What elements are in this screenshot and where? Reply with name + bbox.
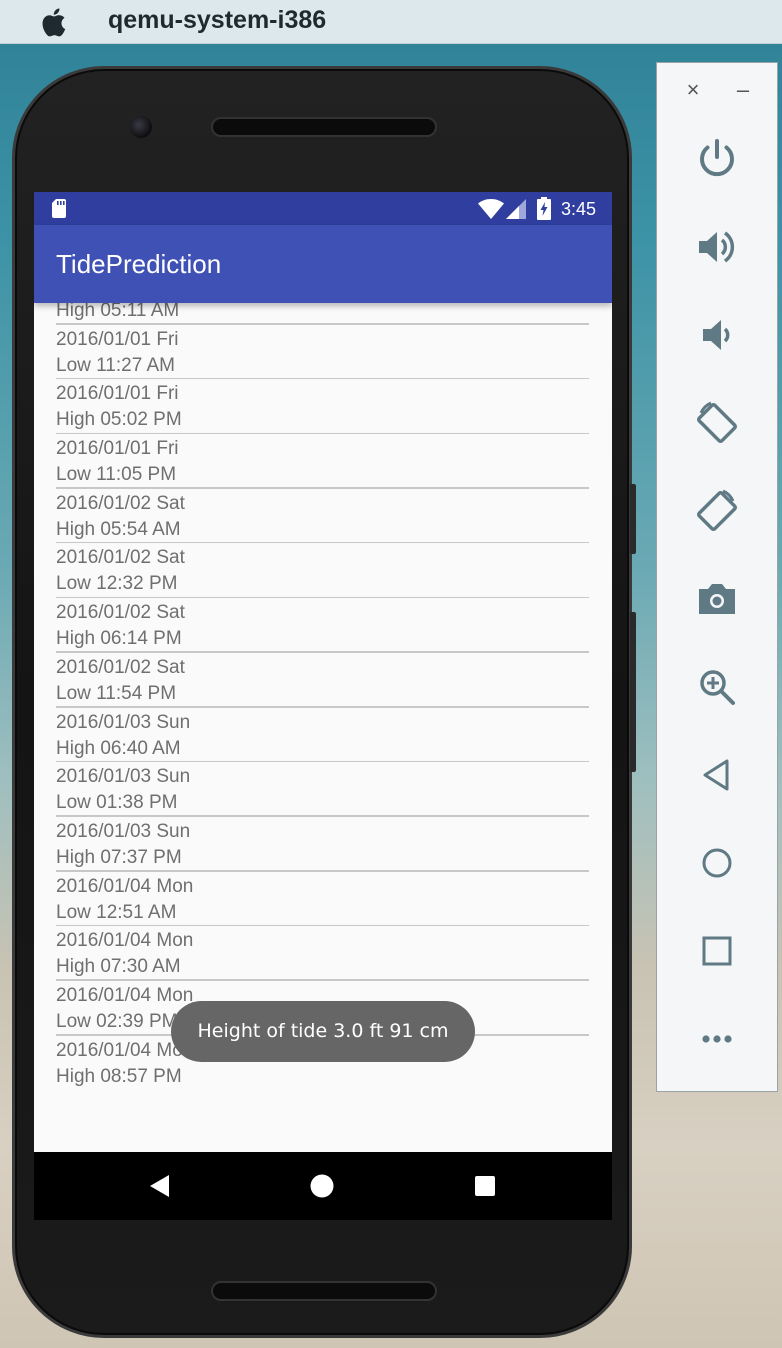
app-title: TidePrediction [56, 249, 222, 279]
volume-down-icon[interactable] [693, 311, 741, 359]
tide-list-content: 2016/01/01 FriHigh 05:11 AM2016/01/01 Fr… [34, 303, 612, 1090]
app-bar: TidePrediction [34, 225, 612, 303]
tide-time: High 07:30 AM [56, 956, 181, 978]
nav-back-icon[interactable] [147, 1173, 173, 1199]
sd-card-icon [52, 199, 66, 218]
power-icon[interactable] [693, 135, 741, 183]
tide-time: Low 11:27 AM [56, 354, 176, 376]
tide-list-item[interactable]: 2016/01/02 Sat High 06:14 PM [34, 598, 612, 653]
bottom-speaker [211, 1281, 437, 1301]
nav-recents-icon[interactable] [472, 1173, 498, 1199]
tide-list-item[interactable]: 2016/01/03 Sun Low 01:38 PM [34, 762, 612, 817]
tide-date: 2016/01/01 Fri [56, 383, 179, 405]
phone-screen: 3:45 TidePrediction 2016/01/01 FriHigh 0… [34, 192, 612, 1220]
tide-time: High 05:54 AM [56, 518, 181, 540]
status-bar: 3:45 [34, 192, 612, 225]
tide-list-item[interactable]: 2016/01/04 Mon Low 12:51 AM [34, 872, 612, 927]
battery-charging-icon [537, 197, 551, 220]
tide-time: High 08:57 PM [56, 1065, 182, 1087]
top-speaker [211, 117, 437, 137]
back-icon[interactable] [693, 751, 741, 799]
cell-signal-icon [506, 199, 526, 219]
tide-list-item[interactable]: 2016/01/02 Sat Low 12:32 PM [34, 543, 612, 599]
host-menubar: qemu-system-i386 [0, 0, 782, 44]
front-camera [130, 116, 152, 138]
tide-date: 2016/01/03 Sun [56, 711, 191, 733]
home-icon[interactable] [693, 839, 741, 887]
tide-date: 2016/01/04 Mon [56, 930, 194, 952]
tide-list-item[interactable]: 2016/01/02 Sat High 05:54 AM [34, 489, 612, 544]
tide-time: Low 02:39 PM [56, 1010, 178, 1032]
tide-time: Low 11:05 PM [56, 464, 177, 486]
power-side-button[interactable] [630, 484, 636, 554]
tide-time: High 07:37 PM [56, 846, 182, 868]
tide-list-item[interactable]: 2016/01/01 Fri High 05:02 PM [34, 379, 612, 435]
nav-home-icon[interactable] [309, 1173, 335, 1199]
volume-side-button[interactable] [630, 612, 636, 772]
tide-list-item[interactable]: 2016/01/01 Fri Low 11:05 PM [34, 434, 612, 489]
status-clock: 3:45 [561, 199, 597, 219]
volume-up-icon[interactable] [693, 223, 741, 271]
tide-time: High 06:40 AM [56, 737, 181, 759]
tide-time: Low 12:32 PM [56, 573, 178, 595]
toast-message: Height of tide 3.0 ft 91 cm [171, 1001, 475, 1062]
wifi-icon [478, 199, 504, 219]
tide-date: 2016/01/02 Sat [56, 547, 185, 569]
tide-date: 2016/01/02 Sat [56, 602, 185, 624]
navigation-bar [34, 1152, 612, 1220]
zoom-icon[interactable] [693, 663, 741, 711]
tide-time: High 06:14 PM [56, 628, 182, 650]
tide-date: 2016/01/04 Mon [56, 984, 194, 1006]
tide-time: High 05:02 PM [56, 409, 182, 431]
tide-date: 2016/01/03 Sun [56, 766, 191, 788]
screenshot-camera-icon[interactable] [693, 575, 741, 623]
tide-list-item[interactable]: 2016/01/04 Mon High 07:30 AM [34, 926, 612, 981]
host-window-title: qemu-system-i386 [108, 6, 327, 34]
tide-date: 2016/01/03 Sun [56, 820, 191, 842]
tide-date: 2016/01/01 Fri [56, 328, 179, 350]
panel-minimize-icon[interactable]: – [733, 79, 753, 101]
more-icon[interactable] [693, 1015, 741, 1063]
tide-time: Low 12:51 AM [56, 901, 177, 923]
tide-time: Low 01:38 PM [56, 792, 178, 814]
tide-date: 2016/01/02 Sat [56, 656, 185, 678]
emulator-control-panel: × – [656, 62, 778, 1092]
tide-date: 2016/01/02 Sat [56, 492, 185, 514]
rotate-left-icon[interactable] [693, 399, 741, 447]
tide-list-item[interactable]: 2016/01/01 Fri Low 11:27 AM [34, 325, 612, 380]
tide-time: High 05:11 AM [56, 303, 180, 321]
apple-logo-icon[interactable] [40, 6, 70, 38]
overview-icon[interactable] [693, 927, 741, 975]
tide-time: Low 11:54 PM [56, 682, 177, 704]
tide-list-item[interactable]: 2016/01/02 Sat Low 11:54 PM [34, 653, 612, 708]
panel-close-icon[interactable]: × [683, 79, 703, 101]
tide-list-item[interactable]: 2016/01/03 Sun High 07:37 PM [34, 817, 612, 872]
tide-list-item[interactable]: 2016/01/01 FriHigh 05:11 AM [34, 303, 612, 325]
tide-list-item[interactable]: 2016/01/03 Sun High 06:40 AM [34, 708, 612, 763]
tide-date: 2016/01/04 Mon [56, 875, 194, 897]
rotate-right-icon[interactable] [693, 487, 741, 535]
tide-date: 2016/01/01 Fri [56, 438, 179, 460]
